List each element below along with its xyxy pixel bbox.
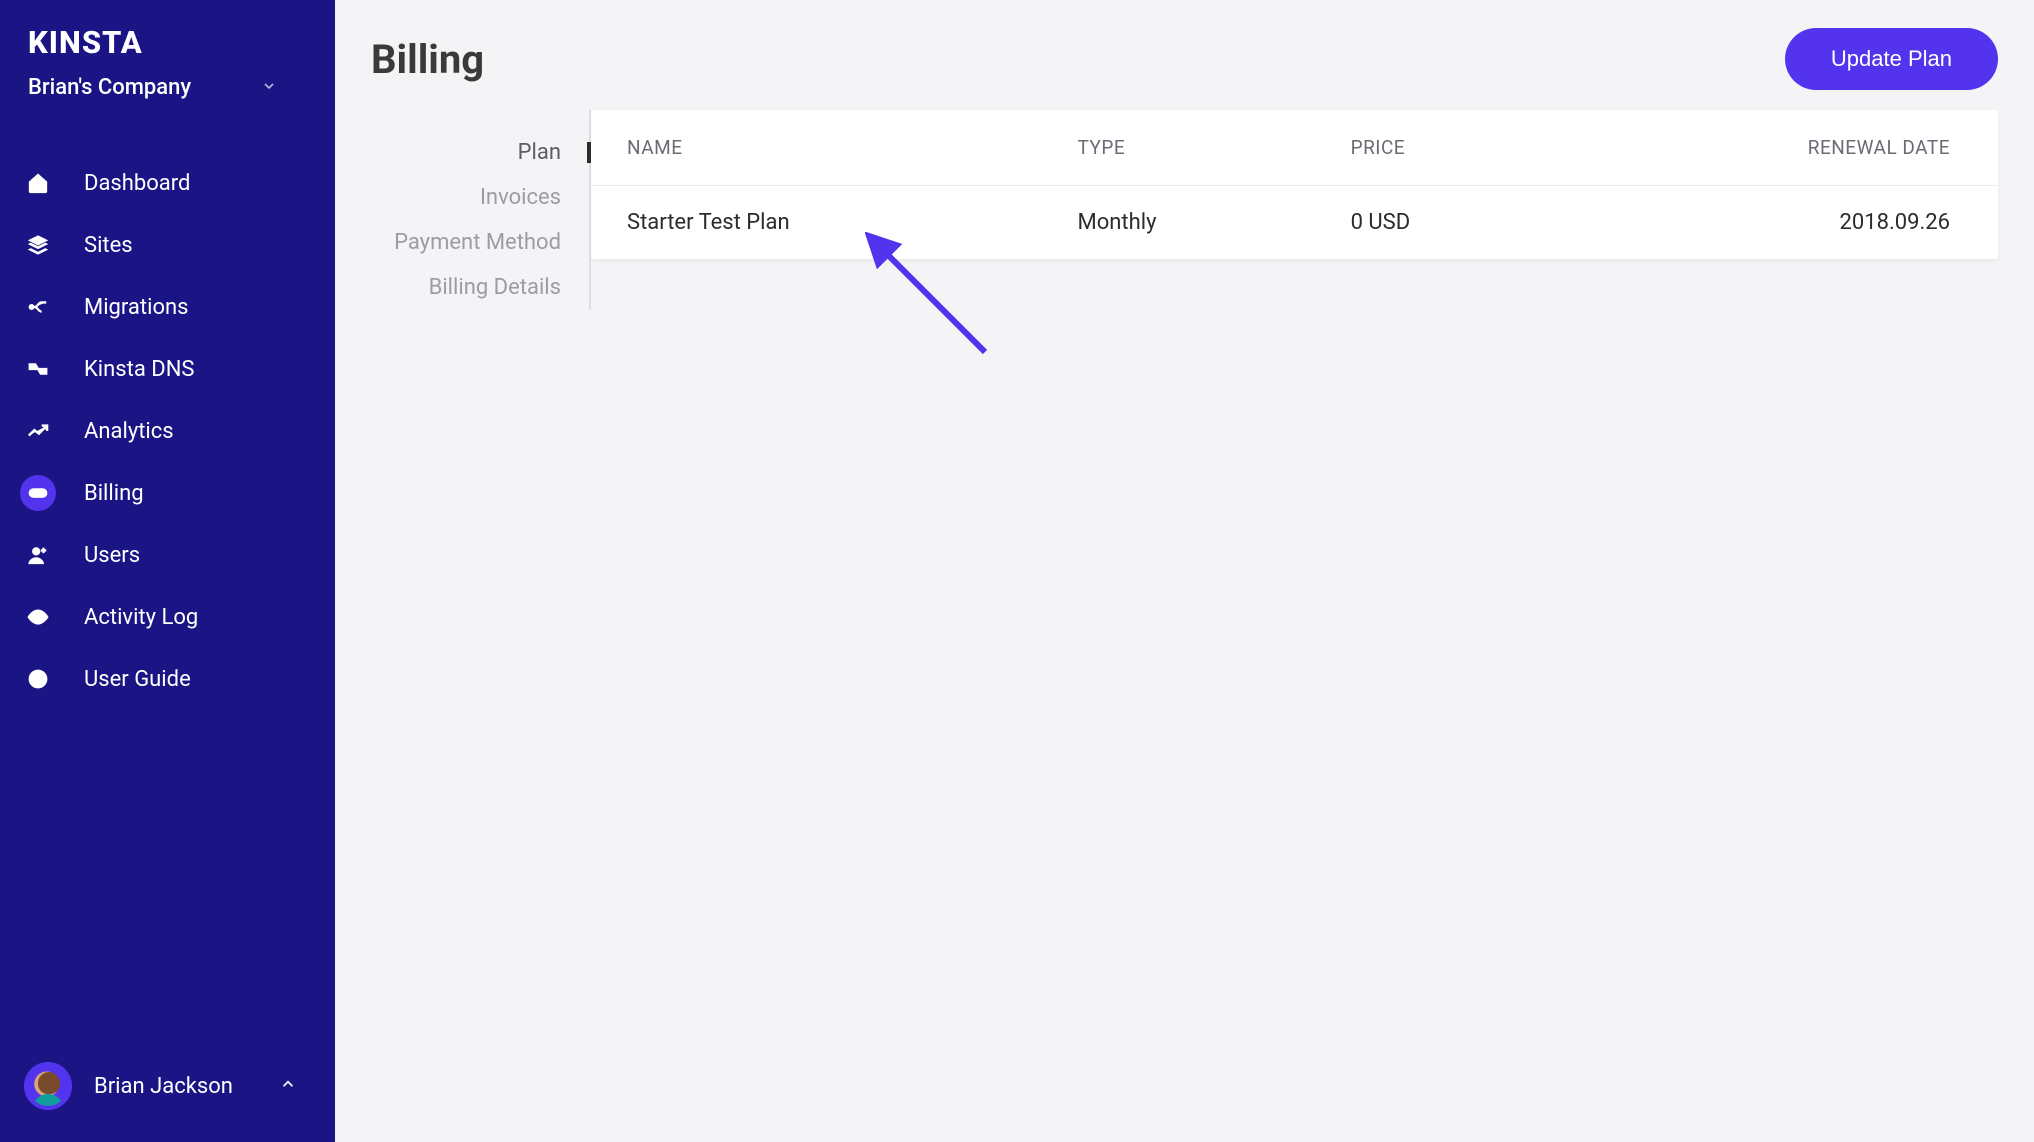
sidebar-item-migrations[interactable]: Migrations <box>0 276 335 338</box>
cell-type: Monthly <box>1050 186 1323 260</box>
sidebar-item-label: Migrations <box>84 295 189 320</box>
cell-renewal: 2018.09.26 <box>1556 186 1998 260</box>
help-icon <box>20 661 56 697</box>
sidebar-item-users[interactable]: Users <box>0 524 335 586</box>
plan-table: NAME TYPE PRICE RENEWAL DATE Starter Tes… <box>591 110 1998 259</box>
analytics-icon <box>20 413 56 449</box>
sidebar-item-label: Billing <box>84 481 144 506</box>
sidebar-item-label: Kinsta DNS <box>84 357 194 382</box>
col-price: PRICE <box>1323 110 1557 186</box>
cell-price: 0 USD <box>1323 186 1557 260</box>
subnav-item-billing-details[interactable]: Billing Details <box>371 265 589 310</box>
company-selector[interactable]: Brian's Company <box>0 69 335 124</box>
subnav-item-payment-method[interactable]: Payment Method <box>371 220 589 265</box>
dns-icon <box>20 351 56 387</box>
col-name: NAME <box>591 110 1050 186</box>
billing-icon <box>20 475 56 511</box>
sidebar-item-billing[interactable]: Billing <box>0 462 335 524</box>
chevron-down-icon <box>261 75 277 100</box>
sidebar-item-dashboard[interactable]: Dashboard <box>0 152 335 214</box>
col-type: TYPE <box>1050 110 1323 186</box>
home-icon <box>20 165 56 201</box>
sidebar-item-analytics[interactable]: Analytics <box>0 400 335 462</box>
subnav-item-plan[interactable]: Plan <box>371 130 589 175</box>
update-plan-button[interactable]: Update Plan <box>1785 28 1998 90</box>
sidebar-item-label: Sites <box>84 233 133 258</box>
sidebar-item-label: Activity Log <box>84 605 198 630</box>
sidebar-item-dns[interactable]: Kinsta DNS <box>0 338 335 400</box>
page-header: Billing Update Plan <box>371 28 1998 90</box>
sidebar-item-label: User Guide <box>84 667 191 692</box>
table-row[interactable]: Starter Test Plan Monthly 0 USD 2018.09.… <box>591 186 1998 260</box>
billing-subnav: Plan Invoices Payment Method Billing Det… <box>371 110 591 310</box>
plan-table-panel: NAME TYPE PRICE RENEWAL DATE Starter Tes… <box>591 110 1998 259</box>
col-renewal: RENEWAL DATE <box>1556 110 1998 186</box>
avatar <box>24 1062 72 1110</box>
migrate-icon <box>20 289 56 325</box>
sidebar-item-sites[interactable]: Sites <box>0 214 335 276</box>
sidebar-item-label: Analytics <box>84 419 174 444</box>
chevron-up-icon <box>279 1074 297 1098</box>
main-content: Billing Update Plan Plan Invoices Paymen… <box>335 0 2034 1142</box>
sidebar-item-activity-log[interactable]: Activity Log <box>0 586 335 648</box>
sidebar-item-user-guide[interactable]: User Guide <box>0 648 335 710</box>
cell-name: Starter Test Plan <box>591 186 1050 260</box>
subnav-item-invoices[interactable]: Invoices <box>371 175 589 220</box>
brand-logo: KINSTA <box>0 0 335 69</box>
user-name: Brian Jackson <box>94 1074 233 1099</box>
sidebar: KINSTA Brian's Company Dashboard Sites <box>0 0 335 1142</box>
sidebar-nav: Dashboard Sites Migrations Kinsta DNS <box>0 152 335 710</box>
company-name: Brian's Company <box>28 75 191 100</box>
sidebar-item-label: Users <box>84 543 140 568</box>
eye-icon <box>20 599 56 635</box>
page-title: Billing <box>371 36 484 83</box>
sidebar-item-label: Dashboard <box>84 171 190 196</box>
layers-icon <box>20 227 56 263</box>
users-icon <box>20 537 56 573</box>
user-menu[interactable]: Brian Jackson <box>0 1052 335 1120</box>
